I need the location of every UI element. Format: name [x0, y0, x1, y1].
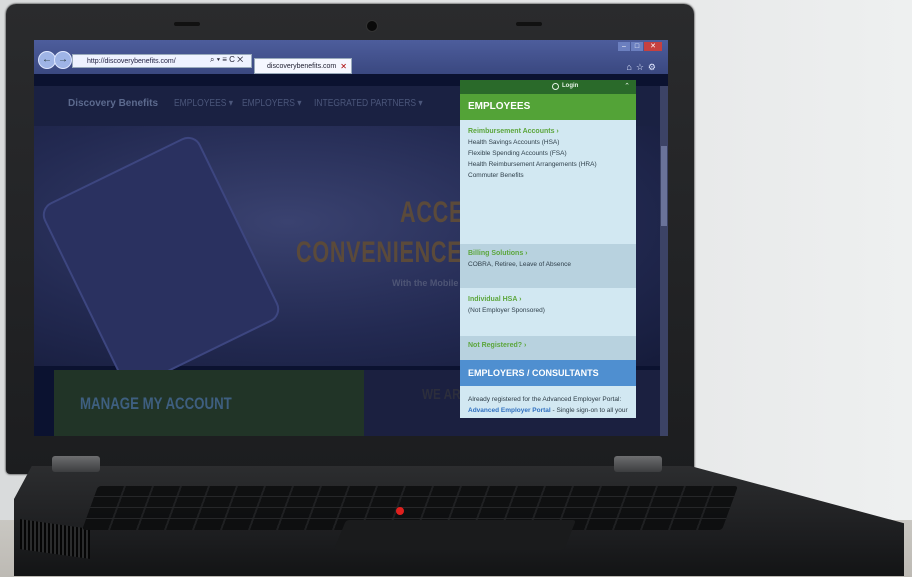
window-close-icon[interactable]: ✕: [644, 42, 662, 51]
reimbursement-link[interactable]: Reimbursement Accounts ›: [468, 128, 628, 135]
browser-tab[interactable]: discoverybenefits.com ✕: [254, 58, 352, 74]
login-label[interactable]: Login: [562, 83, 578, 89]
touchpad: [333, 520, 577, 550]
employees-header: EMPLOYEES: [460, 94, 636, 120]
commuter-link[interactable]: Commuter Benefits: [468, 170, 628, 181]
not-employer-sponsored: (Not Employer Sponsored): [468, 307, 545, 314]
hinge-right: [614, 456, 662, 472]
login-bar[interactable]: Login ⌃: [460, 80, 636, 94]
nav-employers[interactable]: EMPLOYERS ▾: [242, 98, 302, 109]
hsa-link[interactable]: Health Savings Accounts (HSA): [468, 137, 628, 148]
lid-slot: [174, 22, 200, 26]
home-star-gear-icons[interactable]: ⌂☆⚙: [626, 62, 660, 73]
employers-consultants-header: EMPLOYERS / CONSULTANTS: [460, 360, 636, 386]
not-registered-section: Not Registered? ›: [460, 336, 636, 362]
chevron-up-icon[interactable]: ⌃: [624, 82, 630, 90]
advanced-employer-portal-link[interactable]: Advanced Employer Portal: [468, 407, 551, 414]
individual-hsa-section: Individual HSA › (Not Employer Sponsored…: [460, 290, 636, 334]
close-icon[interactable]: ✕: [340, 59, 347, 73]
address-controls[interactable]: ⌕ ▾ ≡ C ✕: [210, 55, 243, 65]
hra-link[interactable]: Health Reimbursement Arrangements (HRA): [468, 159, 628, 170]
reimbursement-section: Reimbursement Accounts › Health Savings …: [460, 122, 636, 240]
not-registered-link[interactable]: Not Registered? ›: [468, 342, 628, 349]
lid-slot: [516, 22, 542, 26]
nav-employees[interactable]: EMPLOYEES ▾: [174, 98, 233, 109]
manage-account-title[interactable]: MANAGE MY ACCOUNT: [80, 394, 232, 414]
scrollbar[interactable]: [660, 86, 668, 436]
we-are-title: WE AR: [422, 386, 461, 403]
hero-subheading: With the Mobile: [392, 278, 459, 288]
maximize-icon[interactable]: □: [631, 42, 643, 51]
fsa-link[interactable]: Flexible Spending Accounts (FSA): [468, 148, 628, 159]
scroll-thumb[interactable]: [661, 146, 667, 226]
hinge-left: [52, 456, 100, 472]
tab-title: discoverybenefits.com: [267, 63, 337, 70]
login-dropdown-panel: Login ⌃ EMPLOYEES Reimbursement Accounts…: [460, 80, 636, 418]
power-icon: [552, 83, 559, 90]
hero-heading-2: CONVENIENCE A: [296, 236, 485, 269]
nav-integrated-partners[interactable]: INTEGRATED PARTNERS ▾: [314, 98, 423, 109]
billing-section: Billing Solutions › COBRA, Retiree, Leav…: [460, 244, 636, 288]
laptop-screen: ← → http://discoverybenefits.com/ ⌕ ▾ ≡ …: [34, 40, 668, 436]
billing-link[interactable]: Billing Solutions ›: [468, 250, 628, 257]
trackpoint: [396, 507, 404, 515]
webcam-icon: [366, 20, 378, 32]
consultants-body: Already registered for the Advanced Empl…: [468, 394, 632, 418]
site-logo[interactable]: Discovery Benefits: [68, 98, 158, 109]
forward-icon[interactable]: →: [54, 51, 72, 69]
window-controls: – □ ✕: [618, 42, 662, 51]
minimize-icon[interactable]: –: [618, 42, 630, 51]
consultants-text: Already registered for the Advanced Empl…: [468, 396, 622, 403]
browser-titlebar: ← → http://discoverybenefits.com/ ⌕ ▾ ≡ …: [34, 40, 668, 74]
cobra-link[interactable]: COBRA, Retiree, Leave of Absence: [468, 259, 628, 270]
individual-hsa-link[interactable]: Individual HSA ›: [468, 296, 628, 303]
